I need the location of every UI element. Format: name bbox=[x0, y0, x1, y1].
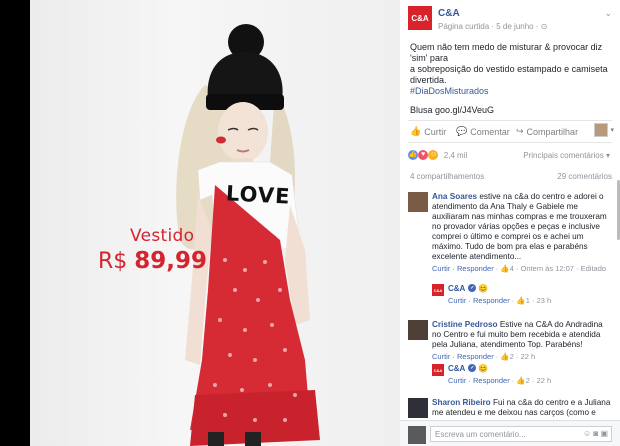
comment-actions[interactable]: Curtir · Responder bbox=[432, 352, 494, 361]
like-reaction-icon: 👍 bbox=[408, 150, 418, 160]
comment-time[interactable]: 22 h bbox=[521, 352, 536, 361]
product-price: R$ 89,99 bbox=[98, 248, 218, 274]
reply-text: 😊 bbox=[478, 284, 489, 293]
product-label: Vestido bbox=[130, 226, 195, 246]
verified-icon: ✓ bbox=[468, 284, 477, 292]
page-logo[interactable]: C&A bbox=[432, 284, 444, 296]
sticker-icon[interactable]: ▣ bbox=[600, 429, 608, 438]
share-arrow-icon: ↪ bbox=[516, 126, 524, 136]
page-name-link[interactable]: C&A bbox=[438, 8, 460, 19]
reply-item: C&A C&A ✓ 😊 Curtir · Responder · 👍1 · 23 h bbox=[432, 284, 602, 308]
like-label: Curtir bbox=[424, 126, 447, 137]
speech-bubble-icon: 💬 bbox=[456, 126, 468, 136]
reply-meta: Curtir · Responder · 👍2 · 22 h bbox=[448, 376, 552, 385]
model-illustration bbox=[176, 24, 320, 446]
reply-author[interactable]: C&A ✓ 😊 bbox=[448, 284, 488, 293]
comment-composer: Escreva um comentário... ☺ ◙ ▣ bbox=[400, 420, 620, 446]
avatar[interactable] bbox=[408, 398, 428, 418]
post-text: Quem não tem medo de misturar & provocar… bbox=[410, 42, 614, 116]
photo-viewer: LOVE Vestido R$ 89,99 C&A C&A Página cur… bbox=[0, 0, 620, 446]
page-logo[interactable]: C&A bbox=[408, 6, 432, 30]
hashtag-link[interactable]: #DiaDosMisturados bbox=[410, 86, 614, 97]
comment-actions[interactable]: Curtir · Responder bbox=[432, 264, 494, 273]
comment-time[interactable]: Ontem às 12:07 bbox=[521, 264, 574, 273]
post-line-3[interactable]: Blusa goo.gl/J4VeuG bbox=[410, 105, 614, 116]
reply-likes: 2 bbox=[525, 376, 530, 385]
post-line-2: a sobreposição do vestido estampado e ca… bbox=[410, 64, 608, 85]
comment-button[interactable]: 💬 Comentar bbox=[456, 126, 510, 137]
emoji-icon[interactable]: ☺ bbox=[583, 429, 591, 438]
reply-meta: Curtir · Responder · 👍1 · 23 h bbox=[448, 296, 552, 305]
reply-text: 😊 bbox=[478, 364, 489, 373]
comments-count[interactable]: 29 comentários bbox=[557, 172, 612, 181]
comment-meta: Curtir · Responder · 👍4 · Ontem às 12:07… bbox=[432, 264, 607, 273]
comment-author[interactable]: Ana Soares bbox=[432, 192, 477, 201]
avatar[interactable] bbox=[408, 320, 428, 340]
reply-actions[interactable]: Curtir · Responder bbox=[448, 376, 510, 385]
divider bbox=[408, 142, 612, 143]
reply-likes: 1 bbox=[525, 296, 530, 305]
reply-author[interactable]: C&A ✓ 😊 bbox=[448, 364, 488, 373]
price-value: 89,99 bbox=[134, 248, 208, 274]
share-button[interactable]: ↪ Compartilhar bbox=[516, 126, 578, 137]
comment-likes: 2 bbox=[509, 352, 514, 361]
avatar bbox=[408, 426, 426, 444]
post-photo[interactable]: LOVE Vestido R$ 89,99 bbox=[30, 0, 400, 446]
love-reaction-icon: ♥ bbox=[418, 150, 429, 160]
thumbs-up-icon: 👍 bbox=[410, 126, 422, 136]
composer-tools: ☺ ◙ ▣ bbox=[583, 429, 608, 438]
post-header: C&A C&A Página curtida · 5 de junho · ⊙ … bbox=[408, 6, 614, 36]
reply-author-name: C&A bbox=[448, 364, 466, 373]
post-line-1: Quem não tem medo de misturar & provocar… bbox=[410, 42, 603, 63]
divider bbox=[408, 120, 612, 121]
comment-text: estive na c&a do centro e adorei o atend… bbox=[432, 192, 607, 261]
reply-actions[interactable]: Curtir · Responder bbox=[448, 296, 510, 305]
comment-sort-dropdown[interactable]: Principais comentários ▾ bbox=[523, 151, 610, 160]
like-button[interactable]: 👍 Curtir bbox=[410, 126, 446, 137]
comment-author[interactable]: Sharon Ribeiro bbox=[432, 398, 491, 407]
price-tag: Vestido R$ 89,99 bbox=[98, 226, 218, 274]
like-count-icon: 👍 bbox=[500, 352, 510, 361]
avatar[interactable] bbox=[408, 192, 428, 212]
chevron-down-icon[interactable]: ▾ bbox=[610, 126, 614, 134]
comment-meta: Curtir · Responder · 👍2 · 22 h bbox=[432, 352, 536, 361]
avatar[interactable] bbox=[594, 123, 608, 137]
chevron-down-icon[interactable]: ⌄ bbox=[604, 8, 612, 19]
reply-time[interactable]: 22 h bbox=[537, 376, 552, 385]
like-count-icon: 👍 bbox=[500, 264, 510, 273]
shares-row: 4 compartilhamentos 29 comentários bbox=[410, 172, 614, 181]
like-count-icon: 👍 bbox=[516, 376, 526, 385]
comment-edited: Editado bbox=[580, 264, 607, 273]
reactions-bar[interactable]: 👍 ♥ ☺ 2,4 mil Principais comentários ▾ bbox=[408, 150, 614, 164]
reply-author-name: C&A bbox=[448, 284, 466, 293]
reply-item: C&A C&A ✓ 😊 Curtir · Responder · 👍2 · 22 h bbox=[432, 364, 602, 388]
shares-count[interactable]: 4 compartilhamentos bbox=[410, 172, 484, 181]
comment-label: Comentar bbox=[470, 126, 510, 137]
reaction-count: 2,4 mil bbox=[443, 150, 468, 160]
post-meta: Página curtida · 5 de junho · ⊙ bbox=[438, 22, 548, 31]
comment-author[interactable]: Cristine Pedroso bbox=[432, 320, 498, 329]
wow-reaction-icon: ☺ bbox=[428, 150, 439, 160]
camera-icon[interactable]: ◙ bbox=[593, 429, 598, 438]
post-actions: 👍 Curtir 💬 Comentar ↪ Compartilhar ▾ bbox=[408, 123, 614, 139]
page-logo[interactable]: C&A bbox=[432, 364, 444, 376]
shirt-print-text: LOVE bbox=[225, 181, 292, 209]
verified-icon: ✓ bbox=[468, 364, 477, 372]
reply-time[interactable]: 23 h bbox=[537, 296, 552, 305]
share-label: Compartilhar bbox=[526, 126, 579, 137]
like-count-icon: 👍 bbox=[516, 296, 526, 305]
price-currency: R$ bbox=[98, 249, 128, 274]
post-sidebar: C&A C&A Página curtida · 5 de junho · ⊙ … bbox=[400, 0, 620, 446]
comment-likes: 4 bbox=[509, 264, 514, 273]
